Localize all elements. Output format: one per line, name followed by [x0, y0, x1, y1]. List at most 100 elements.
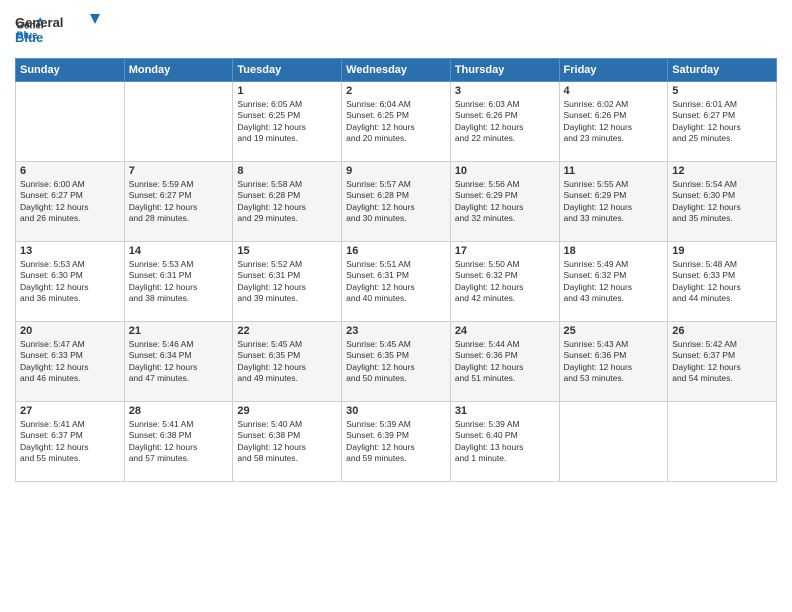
day-info: Sunrise: 5:40 AM Sunset: 6:38 PM Dayligh…: [237, 419, 337, 465]
day-number: 18: [564, 245, 664, 257]
day-number: 9: [346, 165, 446, 177]
logo-general: General: [15, 15, 63, 30]
day-number: 19: [672, 245, 772, 257]
calendar-cell: 19 Sunrise: 5:48 AM Sunset: 6:33 PM Dayli…: [668, 242, 777, 322]
day-info: Sunrise: 6:02 AM Sunset: 6:26 PM Dayligh…: [564, 99, 664, 145]
calendar-cell: 16Sunrise: 5:51 AM Sunset: 6:31 PM Dayli…: [342, 242, 451, 322]
calendar-week-row: 13 Sunrise: 5:53 AM Sunset: 6:30 PM Dayli…: [16, 242, 777, 322]
calendar-cell: 24 Sunrise: 5:44 AM Sunset: 6:36 PM Dayli…: [450, 322, 559, 402]
day-info: Sunrise: 5:42 AM Sunset: 6:37 PM Dayligh…: [672, 339, 772, 385]
day-info: Sunrise: 5:43 AM Sunset: 6:36 PM Dayligh…: [564, 339, 664, 385]
calendar-week-row: 1 Sunrise: 6:05 AM Sunset: 6:25 PM Daylig…: [16, 82, 777, 162]
calendar-cell: 14 Sunrise: 5:53 AM Sunset: 6:31 PM Dayli…: [124, 242, 233, 322]
calendar-header-row: SundayMondayTuesdayWednesdayThursdayFrid…: [16, 59, 777, 82]
calendar-cell: 21Sunrise: 5:46 AM Sunset: 6:34 PM Dayli…: [124, 322, 233, 402]
page-header: General Blue General Blue: [15, 10, 777, 50]
day-number: 23: [346, 325, 446, 337]
day-info: Sunrise: 5:49 AM Sunset: 6:32 PM Dayligh…: [564, 259, 664, 305]
day-number: 15: [237, 245, 337, 257]
day-info: Sunrise: 5:53 AM Sunset: 6:30 PM Dayligh…: [20, 259, 120, 305]
calendar-cell: [124, 82, 233, 162]
calendar-cell: 4 Sunrise: 6:02 AM Sunset: 6:26 PM Daylig…: [559, 82, 668, 162]
calendar-cell: [668, 402, 777, 482]
calendar-cell: 30Sunrise: 5:39 AM Sunset: 6:39 PM Dayli…: [342, 402, 451, 482]
calendar-cell: 22 Sunrise: 5:45 AM Sunset: 6:35 PM Dayli…: [233, 322, 342, 402]
calendar-cell: 9 Sunrise: 5:57 AM Sunset: 6:28 PM Daylig…: [342, 162, 451, 242]
weekday-header: Tuesday: [233, 59, 342, 82]
day-number: 13: [20, 245, 120, 257]
calendar-cell: 17Sunrise: 5:50 AM Sunset: 6:32 PM Dayli…: [450, 242, 559, 322]
day-number: 5: [672, 85, 772, 97]
weekday-header: Thursday: [450, 59, 559, 82]
day-number: 30: [346, 405, 446, 417]
day-info: Sunrise: 6:01 AM Sunset: 6:27 PM Dayligh…: [672, 99, 772, 145]
calendar-cell: 23 Sunrise: 5:45 AM Sunset: 6:35 PM Dayli…: [342, 322, 451, 402]
day-number: 24: [455, 325, 555, 337]
day-info: Sunrise: 5:48 AM Sunset: 6:33 PM Dayligh…: [672, 259, 772, 305]
day-info: Sunrise: 5:45 AM Sunset: 6:35 PM Dayligh…: [346, 339, 446, 385]
day-info: Sunrise: 5:51 AM Sunset: 6:31 PM Dayligh…: [346, 259, 446, 305]
day-number: 11: [564, 165, 664, 177]
calendar-cell: 15 Sunrise: 5:52 AM Sunset: 6:31 PM Dayli…: [233, 242, 342, 322]
calendar-week-row: 27Sunrise: 5:41 AM Sunset: 6:37 PM Dayli…: [16, 402, 777, 482]
calendar-cell: 11 Sunrise: 5:55 AM Sunset: 6:29 PM Dayli…: [559, 162, 668, 242]
day-number: 2: [346, 85, 446, 97]
day-info: Sunrise: 5:56 AM Sunset: 6:29 PM Dayligh…: [455, 179, 555, 225]
calendar-cell: 26 Sunrise: 5:42 AM Sunset: 6:37 PM Dayli…: [668, 322, 777, 402]
day-info: Sunrise: 5:46 AM Sunset: 6:34 PM Dayligh…: [129, 339, 229, 385]
day-number: 25: [564, 325, 664, 337]
logo-blue: Blue: [15, 30, 43, 45]
calendar-cell: 3 Sunrise: 6:03 AM Sunset: 6:26 PM Daylig…: [450, 82, 559, 162]
weekday-header: Monday: [124, 59, 233, 82]
calendar-cell: 31Sunrise: 5:39 AM Sunset: 6:40 PM Dayli…: [450, 402, 559, 482]
day-info: Sunrise: 5:39 AM Sunset: 6:40 PM Dayligh…: [455, 419, 555, 465]
calendar-cell: 2 Sunrise: 6:04 AM Sunset: 6:25 PM Daylig…: [342, 82, 451, 162]
day-info: Sunrise: 6:04 AM Sunset: 6:25 PM Dayligh…: [346, 99, 446, 145]
day-info: Sunrise: 6:03 AM Sunset: 6:26 PM Dayligh…: [455, 99, 555, 145]
calendar-week-row: 6Sunrise: 6:00 AM Sunset: 6:27 PM Daylig…: [16, 162, 777, 242]
day-info: Sunrise: 5:58 AM Sunset: 6:28 PM Dayligh…: [237, 179, 337, 225]
calendar-cell: 18 Sunrise: 5:49 AM Sunset: 6:32 PM Dayli…: [559, 242, 668, 322]
day-info: Sunrise: 5:59 AM Sunset: 6:27 PM Dayligh…: [129, 179, 229, 225]
weekday-header: Friday: [559, 59, 668, 82]
day-info: Sunrise: 5:53 AM Sunset: 6:31 PM Dayligh…: [129, 259, 229, 305]
day-info: Sunrise: 6:05 AM Sunset: 6:25 PM Dayligh…: [237, 99, 337, 145]
day-number: 6: [20, 165, 120, 177]
calendar-cell: 25 Sunrise: 5:43 AM Sunset: 6:36 PM Dayli…: [559, 322, 668, 402]
day-number: 8: [237, 165, 337, 177]
day-number: 20: [20, 325, 120, 337]
weekday-header: Wednesday: [342, 59, 451, 82]
day-number: 4: [564, 85, 664, 97]
day-info: Sunrise: 5:50 AM Sunset: 6:32 PM Dayligh…: [455, 259, 555, 305]
day-number: 10: [455, 165, 555, 177]
calendar-cell: 5 Sunrise: 6:01 AM Sunset: 6:27 PM Daylig…: [668, 82, 777, 162]
day-info: Sunrise: 5:41 AM Sunset: 6:37 PM Dayligh…: [20, 419, 120, 465]
calendar-cell: [559, 402, 668, 482]
calendar-week-row: 20 Sunrise: 5:47 AM Sunset: 6:33 PM Dayli…: [16, 322, 777, 402]
day-number: 28: [129, 405, 229, 417]
day-info: Sunrise: 5:57 AM Sunset: 6:28 PM Dayligh…: [346, 179, 446, 225]
weekday-header: Saturday: [668, 59, 777, 82]
day-number: 22: [237, 325, 337, 337]
logo: General Blue General Blue: [15, 10, 105, 50]
day-number: 12: [672, 165, 772, 177]
day-number: 1: [237, 85, 337, 97]
day-info: Sunrise: 5:45 AM Sunset: 6:35 PM Dayligh…: [237, 339, 337, 385]
calendar-cell: 20 Sunrise: 5:47 AM Sunset: 6:33 PM Dayli…: [16, 322, 125, 402]
calendar-cell: 29Sunrise: 5:40 AM Sunset: 6:38 PM Dayli…: [233, 402, 342, 482]
day-number: 7: [129, 165, 229, 177]
page-container: General Blue General Blue SundayMondayTu…: [0, 0, 792, 492]
day-info: Sunrise: 5:52 AM Sunset: 6:31 PM Dayligh…: [237, 259, 337, 305]
day-number: 26: [672, 325, 772, 337]
calendar-cell: 10 Sunrise: 5:56 AM Sunset: 6:29 PM Dayli…: [450, 162, 559, 242]
day-info: Sunrise: 5:54 AM Sunset: 6:30 PM Dayligh…: [672, 179, 772, 225]
calendar-cell: 27Sunrise: 5:41 AM Sunset: 6:37 PM Dayli…: [16, 402, 125, 482]
day-info: Sunrise: 5:44 AM Sunset: 6:36 PM Dayligh…: [455, 339, 555, 385]
day-info: Sunrise: 5:41 AM Sunset: 6:38 PM Dayligh…: [129, 419, 229, 465]
calendar-table: SundayMondayTuesdayWednesdayThursdayFrid…: [15, 58, 777, 482]
day-info: Sunrise: 5:55 AM Sunset: 6:29 PM Dayligh…: [564, 179, 664, 225]
weekday-header: Sunday: [16, 59, 125, 82]
day-number: 3: [455, 85, 555, 97]
day-number: 14: [129, 245, 229, 257]
day-info: Sunrise: 5:47 AM Sunset: 6:33 PM Dayligh…: [20, 339, 120, 385]
